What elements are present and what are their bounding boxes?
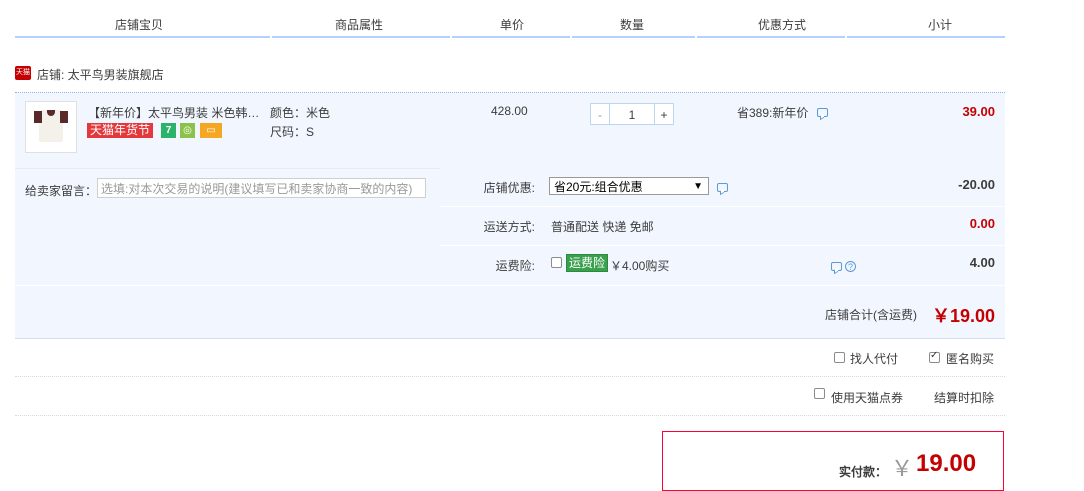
col-quantity: 数量 (620, 18, 645, 32)
points-note: 结算时扣除 (934, 391, 995, 405)
payment-summary: 实付款： ￥ 19.00 (662, 431, 1004, 491)
insurance-row: 运费险: 运费险 ￥4.00购买 ? 4.00 (440, 246, 1005, 284)
order-options: 店铺优惠: 省20元:组合优惠 ▼ -20.00 运送方式: 普通配送 快递 免… (440, 168, 1005, 285)
product-title-link[interactable]: 【新年价】太平鸟男装 米色韩… (88, 104, 259, 121)
header-gap (695, 36, 697, 38)
tmall-points-label[interactable]: 使用天猫点券 (831, 389, 903, 406)
insurance-value: 4.00 (969, 255, 995, 270)
insurance-price: ￥4.00购买 (610, 259, 670, 273)
anonymous-label[interactable]: 匿名购买 (946, 350, 994, 367)
size-attribute: 尺码：S (270, 125, 315, 139)
shop-row: 天猫 店铺: 太平鸟男装旗舰店 (15, 62, 1005, 93)
shipping-value: 0.00 (969, 216, 995, 231)
extras-row-2: 使用天猫点券 结算时扣除 (15, 377, 1005, 416)
shipping-row: 运送方式: 普通配送 快递 免邮 0.00 (440, 207, 1005, 246)
shirt-sleeve-right (60, 111, 68, 123)
shop-name-link[interactable]: 店铺: 太平鸟男装旗舰店 (37, 66, 164, 83)
shipping-label: 运送方式: (483, 220, 535, 234)
insurance-badge: 运费险 (566, 254, 609, 272)
insurance-checkbox[interactable] (551, 257, 562, 268)
shop-total-value: ￥19.00 (931, 306, 995, 326)
guarantee-icon[interactable]: ◎ (180, 123, 195, 138)
shop-discount-value: -20.00 (958, 177, 995, 192)
shop-discount-selected: 省20元:组合优惠 (554, 180, 643, 194)
shop-discount-row: 店铺优惠: 省20元:组合优惠 ▼ -20.00 (440, 168, 1005, 207)
chevron-down-icon: ▼ (693, 181, 703, 192)
header-gap (845, 36, 847, 38)
col-subtotal: 小计 (928, 18, 953, 32)
pay-label: 实付款： (839, 465, 888, 479)
tmall-points-checkbox[interactable] (814, 388, 825, 399)
col-discount: 优惠方式 (758, 18, 807, 32)
product-thumbnail[interactable] (25, 101, 77, 153)
col-attributes: 商品属性 (335, 18, 384, 32)
quantity-stepper: - 1 + (590, 103, 674, 125)
tmall-shop-icon: 天猫 (15, 66, 31, 80)
header-divider (15, 36, 1005, 38)
shop-discount-label: 店铺优惠: (483, 181, 535, 195)
qty-input[interactable]: 1 (610, 103, 654, 125)
shop-total-label: 店铺合计(含运费) (825, 308, 917, 322)
help-icon[interactable]: ? (845, 261, 856, 272)
shipping-method: 普通配送 快递 免邮 (551, 220, 654, 234)
discount-chat-icon[interactable] (817, 108, 828, 117)
message-label: 给卖家留言： (25, 184, 98, 198)
card-icon[interactable]: ▭ (200, 123, 222, 138)
proxy-pay-checkbox[interactable] (834, 352, 845, 363)
col-unit-price: 单价 (500, 18, 525, 32)
cart-header: 店铺宝贝 商品属性 单价 数量 优惠方式 小计 (15, 0, 1005, 38)
shirt-sleeve-left (34, 111, 42, 123)
insurance-label: 运费险: (495, 259, 535, 273)
pay-currency: ￥ (891, 456, 914, 481)
color-attribute: 颜色：米色 (270, 106, 331, 120)
discount-text: 省389:新年价 (737, 106, 809, 120)
proxy-pay-label[interactable]: 找人代付 (850, 350, 898, 367)
qty-plus-button[interactable]: + (654, 103, 674, 125)
anonymous-checkbox[interactable] (929, 350, 940, 363)
cart-item-row: 【新年价】太平鸟男装 米色韩… 天猫年货节 7 ◎ ▭ 颜色：米色 尺码：S 4… (15, 93, 1005, 168)
seven-day-return-icon[interactable]: 7 (161, 123, 176, 138)
extras-row-1: 找人代付 匿名购买 (15, 338, 1005, 377)
insurance-chat-icon[interactable] (831, 262, 842, 271)
shop-discount-chat-icon[interactable] (717, 183, 728, 192)
promo-badge: 天猫年货节 (87, 123, 154, 138)
qty-minus-button[interactable]: - (590, 103, 610, 125)
pay-amount: 19.00 (916, 450, 977, 477)
item-subtotal: 39.00 (962, 104, 995, 119)
shop-total-row: 店铺合计(含运费) ￥19.00 (15, 285, 1005, 339)
header-gap (450, 36, 452, 38)
header-gap (270, 36, 272, 38)
col-shop-item: 店铺宝贝 (115, 18, 164, 32)
unit-price: 428.00 (491, 104, 528, 118)
shop-discount-select[interactable]: 省20元:组合优惠 ▼ (549, 177, 709, 195)
seller-message-input[interactable]: 选填:对本次交易的说明(建议填写已和卖家协商一致的内容) (97, 178, 426, 198)
header-gap (570, 36, 572, 38)
